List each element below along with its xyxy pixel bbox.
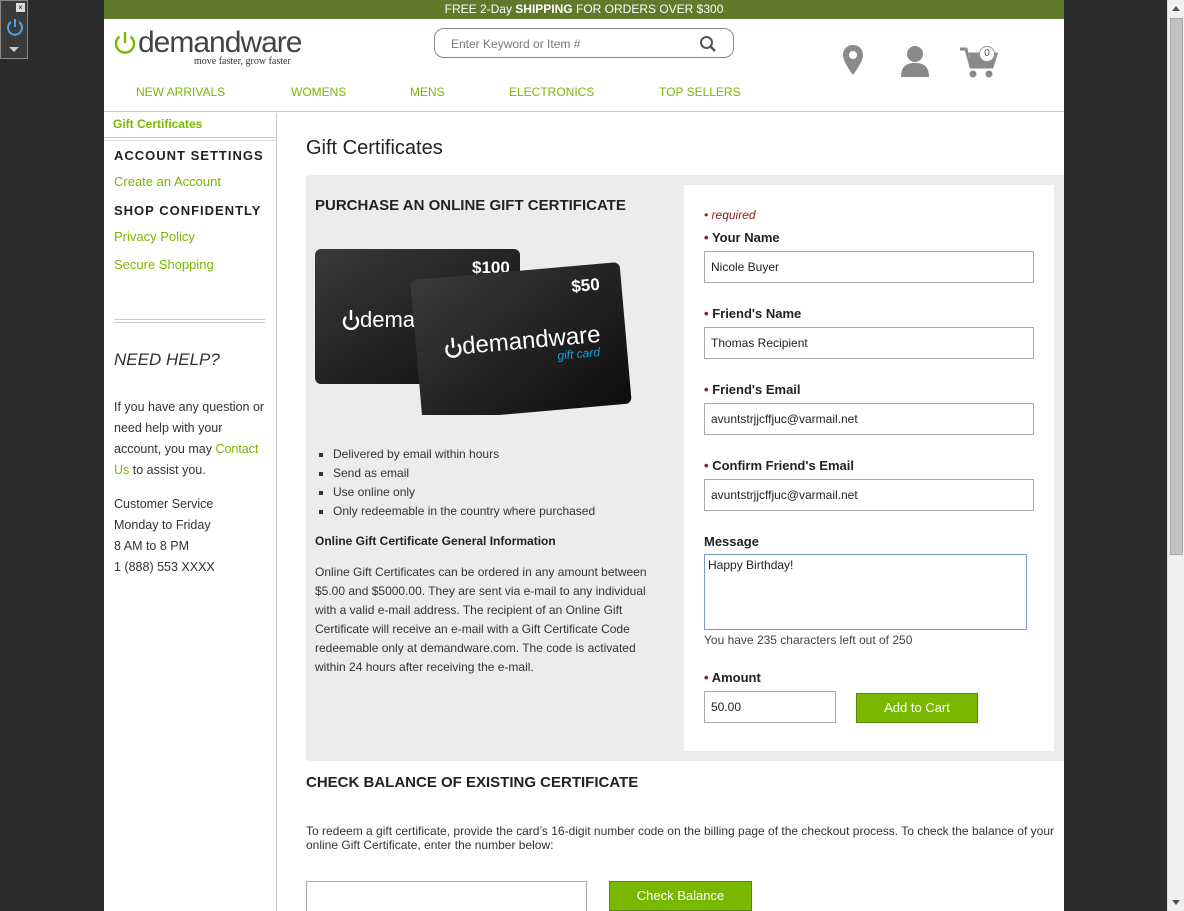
- confirm-email-label-text: Confirm Friend's Email: [712, 458, 854, 473]
- divider: [104, 137, 276, 141]
- confirm-email-field[interactable]: avuntstrjjcffjuc@varmail.net: [704, 479, 1034, 511]
- amount-field[interactable]: 50.00: [704, 691, 836, 723]
- need-help-heading: NEED HELP?: [114, 350, 220, 369]
- feature-list: Delivered by email within hours Send as …: [315, 445, 595, 521]
- message-textarea[interactable]: Happy Birthday!: [704, 554, 1027, 630]
- scroll-down-icon[interactable]: [1172, 900, 1180, 905]
- site-header: demandware move faster, grow faster Ente…: [104, 19, 1064, 112]
- promo-bold: SHIPPING: [515, 2, 573, 16]
- divider: [114, 319, 265, 323]
- location-pin-icon[interactable]: [842, 44, 864, 76]
- privacy-policy-link[interactable]: Privacy Policy: [114, 229, 195, 244]
- gift-card-image: $100 dema $50 demandware gift card: [315, 249, 632, 415]
- nav-top-sellers[interactable]: TOP SELLERS: [659, 85, 741, 99]
- close-icon[interactable]: ×: [16, 3, 25, 12]
- scrollbar-thumb[interactable]: [1170, 18, 1183, 555]
- power-logo-icon: [114, 32, 136, 54]
- cart-count-badge[interactable]: 0: [979, 46, 995, 62]
- friend-email-label-text: Friend's Email: [712, 382, 801, 397]
- promo-suffix: FOR ORDERS OVER $300: [572, 2, 724, 16]
- service-line: Customer Service: [114, 497, 214, 511]
- logo-tagline: move faster, grow faster: [194, 56, 291, 67]
- breadcrumb[interactable]: Gift Certificates: [113, 117, 202, 131]
- promo-banner: FREE 2-Day SHIPPING FOR ORDERS OVER $300: [104, 0, 1064, 19]
- extension-widget[interactable]: ×: [0, 0, 28, 59]
- amount-label: • Amount: [704, 670, 761, 685]
- account-icon[interactable]: [900, 45, 930, 77]
- purchase-heading: PURCHASE AN ONLINE GIFT CERTIFICATE: [315, 197, 626, 214]
- amount-label-text: Amount: [711, 670, 761, 685]
- account-settings-heading: ACCOUNT SETTINGS: [114, 148, 264, 163]
- page-title: Gift Certificates: [306, 137, 443, 159]
- friend-name-field[interactable]: Thomas Recipient: [704, 327, 1034, 359]
- search-icon[interactable]: [699, 35, 717, 53]
- add-to-cart-button[interactable]: Add to Cart: [856, 693, 978, 723]
- check-balance-text: To redeem a gift certificate, provide th…: [306, 824, 1054, 852]
- nav-electronics[interactable]: ELECTRONICS: [509, 85, 594, 99]
- promo-text: FREE 2-Day: [444, 2, 516, 16]
- certificate-number-field[interactable]: [306, 881, 587, 911]
- message-char-count: You have 235 characters left out of 250: [704, 633, 913, 647]
- general-info-text: Online Gift Certificates can be ordered …: [315, 565, 647, 674]
- nav-new-arrivals[interactable]: NEW ARRIVALS: [136, 85, 225, 99]
- power-icon[interactable]: [5, 17, 25, 37]
- search-input[interactable]: Enter Keyword or Item #: [434, 28, 734, 58]
- shop-confidently-heading: SHOP CONFIDENTLY: [114, 203, 262, 218]
- friend-name-label-text: Friend's Name: [712, 306, 802, 321]
- secure-shopping-link[interactable]: Secure Shopping: [114, 257, 214, 272]
- create-account-link[interactable]: Create an Account: [114, 174, 221, 189]
- your-name-label-text: Your Name: [711, 230, 780, 245]
- required-note: • required: [704, 208, 756, 222]
- search-placeholder: Enter Keyword or Item #: [451, 37, 581, 51]
- scroll-up-icon[interactable]: [1172, 6, 1180, 11]
- gift-certificate-form: • required • Your Name Nicole Buyer • Fr…: [684, 185, 1054, 751]
- service-line: Monday to Friday: [114, 518, 211, 532]
- friend-email-field[interactable]: avuntstrjjcffjuc@varmail.net: [704, 403, 1034, 435]
- sidebar: Gift Certificates ACCOUNT SETTINGS Creat…: [104, 113, 277, 911]
- list-item: Only redeemable in the country where pur…: [315, 502, 595, 521]
- help-text-tail: to assist you.: [129, 463, 206, 477]
- chevron-down-icon[interactable]: [9, 47, 19, 52]
- friend-email-label: • Friend's Email: [704, 382, 801, 397]
- nav-mens[interactable]: MENS: [410, 85, 445, 99]
- friend-name-label: • Friend's Name: [704, 306, 802, 321]
- general-info-heading: Online Gift Certificate General Informat…: [315, 534, 556, 548]
- page: FREE 2-Day SHIPPING FOR ORDERS OVER $300…: [104, 0, 1064, 911]
- logo-wordmark: demandware: [138, 26, 302, 59]
- message-label: Message: [704, 534, 759, 549]
- main-nav: NEW ARRIVALS WOMENS MENS ELECTRONICS TOP…: [104, 85, 1064, 105]
- your-name-field[interactable]: Nicole Buyer: [704, 251, 1034, 283]
- logo[interactable]: demandware move faster, grow faster: [112, 26, 302, 70]
- service-line: 8 AM to 8 PM: [114, 539, 190, 553]
- check-balance-heading: CHECK BALANCE OF EXISTING CERTIFICATE: [306, 774, 639, 791]
- confirm-email-label: • Confirm Friend's Email: [704, 458, 854, 473]
- service-line: 1 (888) 553 XXXX: [114, 560, 215, 574]
- check-balance-button[interactable]: Check Balance: [609, 881, 752, 911]
- purchase-panel: PURCHASE AN ONLINE GIFT CERTIFICATE $100…: [306, 175, 1064, 761]
- nav-womens[interactable]: WOMENS: [291, 85, 346, 99]
- scrollbar[interactable]: [1167, 0, 1184, 911]
- list-item: Delivered by email within hours: [315, 445, 595, 464]
- your-name-label: • Your Name: [704, 230, 780, 245]
- help-text: If you have any question or need help wi…: [114, 397, 272, 481]
- list-item: Send as email: [315, 464, 595, 483]
- list-item: Use online only: [315, 483, 595, 502]
- svg-text:dema: dema: [360, 307, 416, 332]
- card-front-value: $50: [571, 275, 601, 296]
